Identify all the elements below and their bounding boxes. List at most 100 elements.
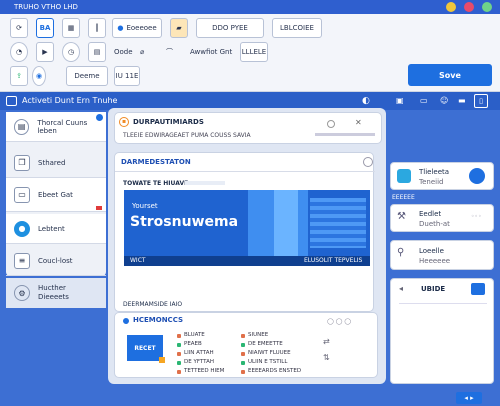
link-icon[interactable]: ⌀ — [140, 42, 144, 62]
list-item: PEAEB — [177, 340, 224, 349]
list-item: EEEEARDS ENSTED — [241, 367, 301, 376]
toolbar-item-3[interactable]: DDO PYEE — [196, 18, 264, 38]
card3-title: Loeelle — [419, 247, 444, 255]
right-card-3[interactable]: ⚲ Loeelle Heeeeee — [390, 240, 494, 270]
panel-icon[interactable]: ▯ — [474, 94, 488, 108]
close-icon[interactable]: ✕ — [355, 118, 362, 127]
sidebar-item-3[interactable]: ● Lebtent — [6, 214, 106, 244]
list-item-label: ULIIN E TSTILL — [248, 359, 288, 365]
primary-save-button[interactable]: Sove — [408, 64, 492, 86]
bullet-icon — [241, 342, 245, 347]
hero-banner[interactable]: Yourset Strosnuwema WICT ELUSOLIT TEPVEL… — [124, 190, 370, 266]
bullet-icon — [241, 369, 245, 374]
globe-icon[interactable]: ◉ — [32, 66, 46, 86]
video-icon[interactable]: ▶ — [36, 42, 54, 62]
bullet-icon — [177, 360, 181, 365]
back-icon[interactable]: ◂ — [399, 284, 403, 293]
camera-icon[interactable]: ▭ — [420, 92, 428, 110]
card4-title: UBIDE — [421, 285, 446, 293]
folder-icon[interactable]: ▰ — [170, 18, 188, 38]
toolbar-item-4[interactable]: LBLCOIEE — [272, 18, 322, 38]
list-item-label: DE EMEETTE — [248, 341, 283, 347]
toolbar-text-1[interactable]: Oode — [114, 42, 133, 62]
swap-icon[interactable]: ⇄ — [323, 337, 330, 346]
document-title: DURPAUTIMIARDS — [133, 118, 204, 126]
document-subtitle: TLEEIE EDWIRAGEAET PUMA COUSS SAVIA — [123, 132, 251, 139]
toolbar-text-2[interactable]: Awwfiot Gnt — [190, 42, 232, 62]
app-logo-icon — [6, 96, 17, 106]
bottom-card: HCEMONCCS ◯ ◯ ◯ RECET BLUATE PEAEB LIIN AT… — [114, 312, 378, 378]
editor-footer: DEERMAMSIDE IAIO — [123, 301, 183, 308]
refresh-icon[interactable]: ⟳ — [10, 18, 28, 38]
tag-icon: ▭ — [14, 186, 30, 203]
clock-icon[interactable]: ◷ — [62, 42, 80, 62]
list-item: NIAIWT FLUUEE — [241, 349, 301, 358]
ba-button[interactable]: BA — [36, 18, 54, 38]
sidebar-item-4[interactable]: ≡ Coucl-lost — [6, 246, 106, 276]
alert-badge — [96, 206, 102, 210]
list-item-label: EEEEARDS ENSTED — [248, 368, 302, 374]
grid-icon[interactable]: ▦ — [62, 18, 80, 38]
bullet-icon — [241, 333, 245, 338]
card2-header: EEEEEE — [392, 194, 415, 201]
right-card-1[interactable]: Tlieleeta Teneiid — [390, 162, 494, 190]
play-button[interactable] — [469, 168, 485, 184]
minimize-icon[interactable] — [446, 2, 456, 12]
cloud-icon[interactable]: ⌒ — [166, 42, 173, 62]
right-card-2[interactable]: ⚒ Eedlet Dueth-at ◦◦◦ — [390, 204, 494, 232]
divider — [399, 303, 487, 304]
list-item: ULIIN E TSTILL — [241, 358, 301, 367]
sidebar-item-label: Sthared — [38, 158, 66, 167]
close-icon[interactable] — [482, 2, 492, 12]
bullet-icon — [177, 369, 181, 374]
toolbar-iu[interactable]: IU 11E — [114, 66, 140, 86]
sidebar-item-label: Ebeet Gat — [38, 190, 73, 199]
document-card[interactable]: ▪ DURPAUTIMIARDS TLEEIE EDWIRAGEAET PUMA… — [114, 112, 382, 144]
bottom-heading: HCEMONCCS — [133, 316, 183, 324]
table-icon[interactable]: ▤ — [88, 42, 106, 62]
upload-icon[interactable]: ⇪ — [10, 66, 28, 86]
banner-footer-left: WICT — [130, 257, 146, 264]
reset-button[interactable]: RECET — [127, 335, 163, 361]
toolbar-text-3[interactable]: LLLELE — [240, 42, 268, 62]
settings-icon: ⚙ — [14, 285, 30, 301]
sidebar-item-0[interactable]: ▤ Thorcal Cuuns leben — [6, 112, 106, 142]
gauge-icon[interactable]: ◔ — [10, 42, 28, 62]
barcode-icon[interactable]: ║ — [88, 18, 106, 38]
sort-icon[interactable]: ⇅ — [323, 353, 330, 362]
app-title: Activeti Dunt Ern Tnuhe — [22, 96, 118, 105]
banner-small-text: Yourset — [132, 202, 158, 210]
bullet-icon — [241, 351, 245, 356]
minus-icon[interactable]: ▬ — [458, 92, 466, 110]
info-icon[interactable] — [327, 120, 335, 128]
sidebar-item-5[interactable]: ⚙ Hucther Dieeeets — [6, 278, 106, 308]
banner-block — [274, 190, 298, 256]
bullet-icon — [241, 360, 245, 365]
sidebar-item-label: Hucther Dieeeets — [38, 284, 69, 301]
editor-subheading: TOWATE TE HIUAVE — [123, 180, 189, 187]
more-icon[interactable]: ◦◦◦ — [471, 213, 482, 220]
toolbar-item-2[interactable]: ● Eoeeoee — [112, 18, 162, 38]
sidebar-item-1[interactable]: ❐ Sthared — [6, 148, 106, 178]
list-item-label: DE YFTTAH — [184, 359, 214, 365]
user-icon[interactable]: ☺ — [440, 92, 448, 110]
window-title: TRUHO VTHO LHD — [14, 3, 78, 11]
options-icon[interactable] — [363, 157, 373, 167]
image-icon[interactable]: ▣ — [396, 92, 404, 110]
toolbar-deeme[interactable]: Deeme — [66, 66, 108, 86]
sidebar-item-2[interactable]: ▭ Ebeet Gat — [6, 178, 106, 212]
list-item: SIUNEE — [241, 331, 301, 340]
list-item-label: SIUNEE — [248, 332, 269, 338]
edit-button[interactable] — [471, 283, 485, 295]
sidebar-item-label: Coucl-lost — [38, 256, 73, 265]
sidebar-item-label: Thorcal Cuuns leben — [37, 118, 88, 135]
status-dot — [123, 318, 129, 324]
bottom-actions[interactable]: ◯ ◯ ◯ — [327, 318, 351, 325]
card1-title: Tlieleeta — [419, 168, 450, 176]
divider — [115, 171, 375, 172]
nav-next-button[interactable]: ◂ ▸ — [456, 392, 482, 404]
placeholder-bar — [185, 181, 225, 185]
list-item-label: TETTEED HIEM — [184, 368, 225, 374]
maximize-icon[interactable] — [464, 2, 474, 12]
banner-stripes — [310, 198, 366, 248]
